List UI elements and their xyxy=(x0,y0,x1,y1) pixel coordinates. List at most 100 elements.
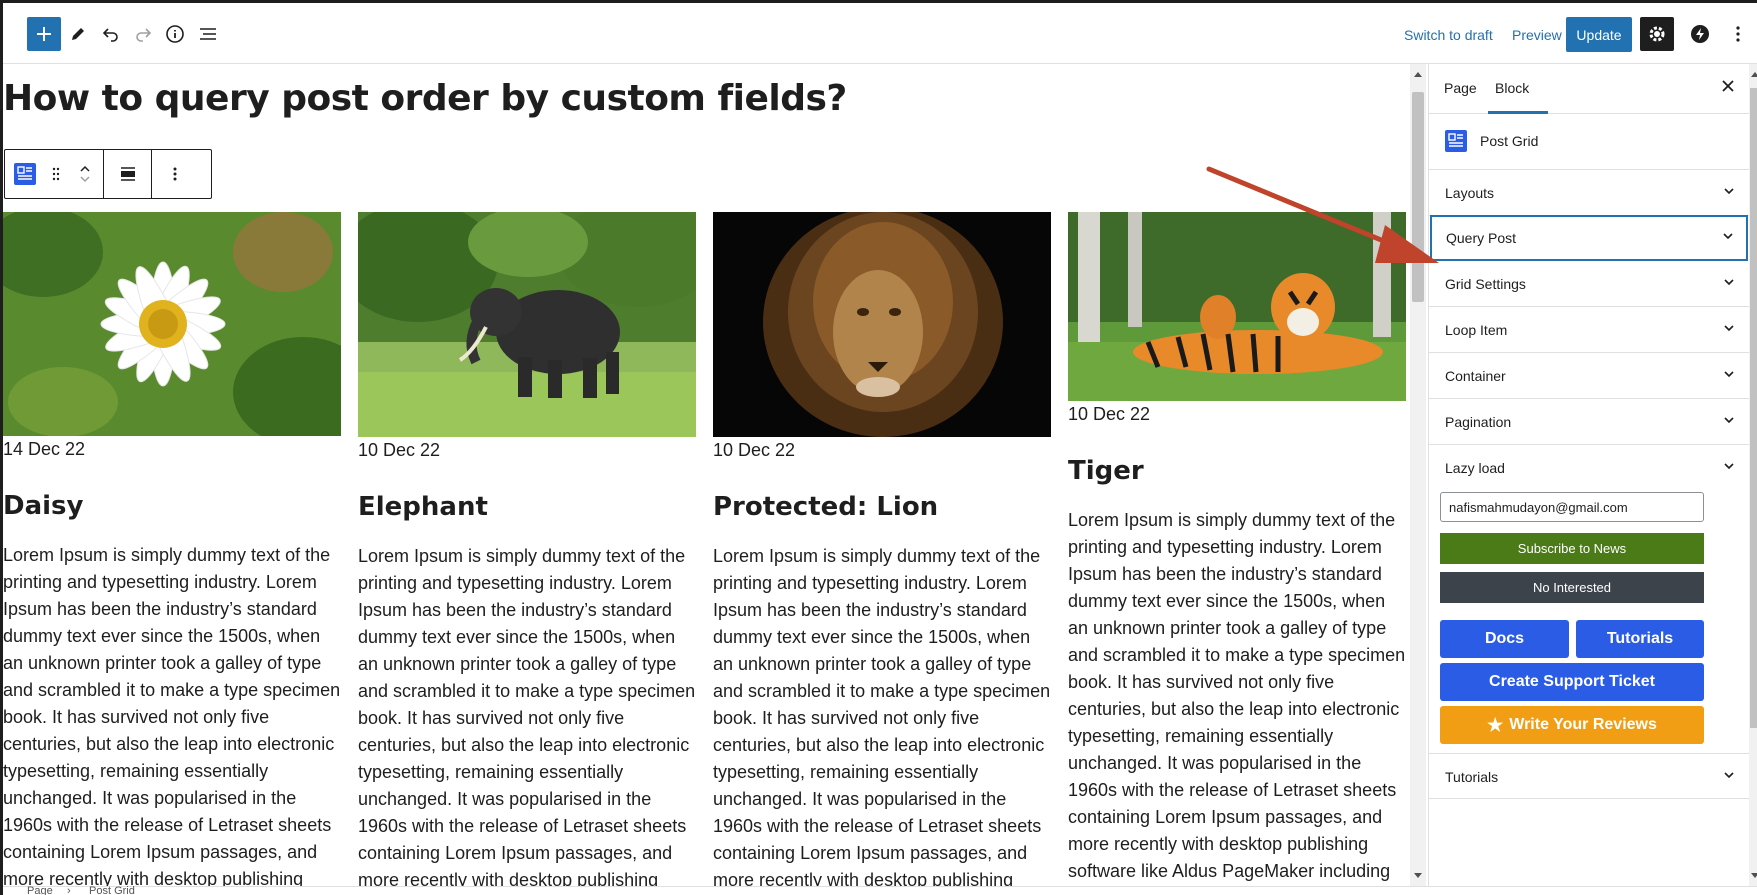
panel-label: Lazy load xyxy=(1445,460,1505,476)
post-date: 10 Dec 22 xyxy=(358,440,441,460)
panel-label: Grid Settings xyxy=(1445,276,1526,292)
canvas-scroll-thumb[interactable] xyxy=(1412,92,1424,302)
chevron-down-icon xyxy=(1724,188,1734,195)
tools-button[interactable] xyxy=(61,17,95,51)
details-button[interactable] xyxy=(158,17,192,51)
panel-lazy-load[interactable]: Lazy load xyxy=(1429,445,1749,491)
chevron-down-icon xyxy=(1724,325,1734,332)
panel-layouts[interactable]: Layouts xyxy=(1429,170,1749,216)
redo-button[interactable] xyxy=(126,17,160,51)
write-review-label: Write Your Reviews xyxy=(1509,716,1657,733)
post-title-link[interactable]: Protected: Lion xyxy=(713,491,1051,523)
align-group xyxy=(104,150,152,198)
align-icon xyxy=(120,167,135,181)
redo-icon xyxy=(136,28,152,42)
post-title-link[interactable]: Elephant xyxy=(358,491,696,523)
chevron-down-icon xyxy=(1724,463,1734,470)
editor-window: Switch to draft Preview Update How to qu… xyxy=(0,0,1757,895)
sidebar-scrollbar[interactable] xyxy=(1749,64,1757,886)
chevron-down-icon[interactable] xyxy=(79,174,91,184)
post-excerpt: Lorem Ipsum is simply dummy text of the … xyxy=(3,545,341,886)
post-thumbnail-elephant[interactable] xyxy=(358,212,696,437)
chevron-down-icon xyxy=(1724,417,1734,424)
settings-button[interactable] xyxy=(1640,17,1674,51)
tab-page[interactable]: Page xyxy=(1444,80,1477,96)
editor-canvas: How to query post order by custom fields… xyxy=(3,64,1410,886)
post-thumbnail-tiger[interactable] xyxy=(1068,212,1406,401)
canvas-scrollbar[interactable] xyxy=(1410,64,1426,886)
post-excerpt: Lorem Ipsum is simply dummy text of the … xyxy=(713,546,1051,886)
add-block-button[interactable] xyxy=(27,17,61,51)
block-options-button[interactable] xyxy=(160,150,190,198)
panel-loop-item[interactable]: Loop Item xyxy=(1429,307,1749,353)
breadcrumb-separator: › xyxy=(67,885,71,895)
breadcrumb-post-grid[interactable]: Post Grid xyxy=(89,885,135,895)
plugin-button[interactable] xyxy=(1683,17,1717,51)
star-icon: ★ xyxy=(1487,714,1504,735)
scroll-down-arrow[interactable] xyxy=(1414,873,1422,878)
post-date: 10 Dec 22 xyxy=(713,440,796,460)
post-card: 10 Dec 22 Elephant Lorem Ipsum is simply… xyxy=(358,212,696,886)
subscribe-button[interactable]: Subscribe to News xyxy=(1440,533,1704,564)
panel-label: Tutorials xyxy=(1445,769,1499,785)
undo-icon xyxy=(102,28,118,42)
block-toolbar xyxy=(4,149,212,199)
switch-to-draft-link[interactable]: Switch to draft xyxy=(1404,27,1493,43)
scroll-up-arrow[interactable] xyxy=(1751,72,1757,77)
preview-link[interactable]: Preview xyxy=(1512,27,1562,43)
drag-handle[interactable] xyxy=(45,150,67,198)
close-sidebar-button[interactable] xyxy=(1721,76,1735,99)
plus-icon xyxy=(37,27,51,41)
no-interest-button[interactable]: No Interested xyxy=(1440,572,1704,603)
move-buttons[interactable] xyxy=(67,150,103,198)
more-options-button[interactable] xyxy=(1723,17,1753,51)
panel-query-post[interactable]: Query Post xyxy=(1430,215,1748,261)
post-thumbnail-daisy[interactable] xyxy=(3,212,341,436)
vertical-ellipsis-icon xyxy=(173,167,177,181)
post-excerpt: Lorem Ipsum is simply dummy text of the … xyxy=(1068,510,1406,881)
chevron-up-icon[interactable] xyxy=(79,164,91,174)
block-name: Post Grid xyxy=(1480,133,1539,149)
post-grid-icon xyxy=(1445,130,1467,152)
tutorials-button[interactable]: Tutorials xyxy=(1576,620,1704,658)
post-card: 14 Dec 22 Daisy Lorem Ipsum is simply du… xyxy=(3,212,341,886)
sidebar-scroll-thumb[interactable] xyxy=(1750,88,1757,728)
update-button[interactable]: Update xyxy=(1566,17,1632,52)
block-breadcrumb: Page › Post Grid xyxy=(3,885,1757,895)
tab-block[interactable]: Block xyxy=(1495,80,1529,96)
breadcrumb-page[interactable]: Page xyxy=(27,885,53,895)
panel-pagination[interactable]: Pagination xyxy=(1429,399,1749,445)
align-button[interactable] xyxy=(113,150,143,198)
scroll-down-arrow[interactable] xyxy=(1751,873,1757,878)
panel-label: Layouts xyxy=(1445,185,1495,201)
plugin-icon xyxy=(1691,25,1709,43)
undo-button[interactable] xyxy=(94,17,128,51)
gear-icon xyxy=(1649,26,1665,42)
block-switcher-group xyxy=(5,150,104,198)
post-date: 10 Dec 22 xyxy=(1068,404,1151,424)
panel-container[interactable]: Container xyxy=(1429,353,1749,399)
list-view-icon xyxy=(200,28,216,40)
chevron-down-icon xyxy=(1724,279,1734,286)
post-thumbnail-lion[interactable] xyxy=(713,212,1051,437)
scroll-up-arrow[interactable] xyxy=(1414,72,1422,77)
panel-tutorials[interactable]: Tutorials xyxy=(1429,753,1749,799)
vertical-ellipsis-icon xyxy=(1736,26,1740,42)
post-title-link[interactable]: Daisy xyxy=(3,490,341,522)
docs-button[interactable]: Docs xyxy=(1440,620,1569,658)
write-review-button[interactable]: ★ Write Your Reviews xyxy=(1440,706,1704,744)
chevron-down-icon xyxy=(1724,371,1734,378)
email-field[interactable] xyxy=(1440,492,1704,522)
list-view-button[interactable] xyxy=(191,17,225,51)
panel-label: Pagination xyxy=(1445,414,1512,430)
block-type-button[interactable] xyxy=(5,150,45,198)
panel-label: Container xyxy=(1445,368,1506,384)
panel-label: Query Post xyxy=(1446,230,1517,246)
post-excerpt: Lorem Ipsum is simply dummy text of the … xyxy=(358,546,696,886)
panel-grid-settings[interactable]: Grid Settings xyxy=(1429,261,1749,307)
chevron-down-icon xyxy=(1723,233,1733,240)
post-title-link[interactable]: Tiger xyxy=(1068,455,1406,487)
post-grid-icon xyxy=(14,163,36,185)
create-support-ticket-button[interactable]: Create Support Ticket xyxy=(1440,663,1704,701)
post-title[interactable]: How to query post order by custom fields… xyxy=(3,78,847,119)
